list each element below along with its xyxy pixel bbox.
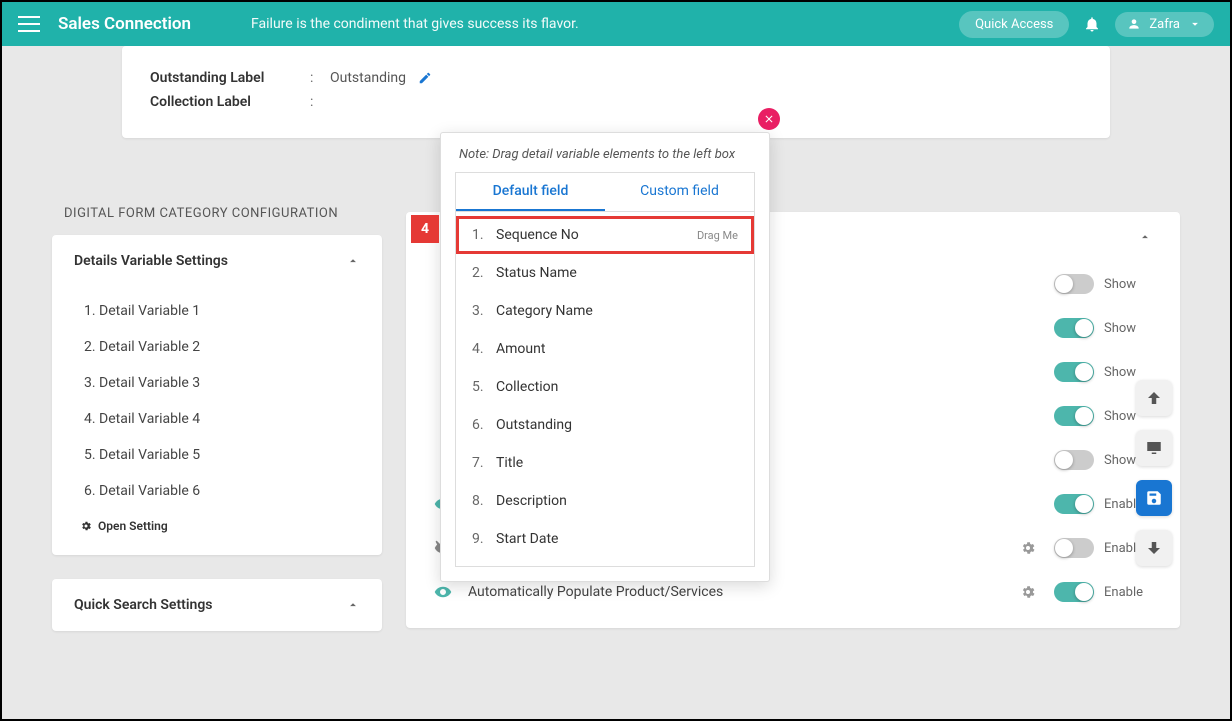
popup-note: Note: Drag detail variable elements to t… xyxy=(441,133,769,172)
chevron-down-icon xyxy=(1188,17,1202,31)
arrow-up-icon xyxy=(1145,389,1163,407)
eye-icon[interactable] xyxy=(434,583,452,601)
field-item[interactable]: 2.Status Name xyxy=(456,254,754,292)
menu-icon[interactable] xyxy=(18,16,40,32)
save-button[interactable] xyxy=(1136,480,1172,516)
chevron-up-icon xyxy=(1138,230,1152,244)
toggle-switch[interactable] xyxy=(1054,582,1094,602)
gear-icon[interactable] xyxy=(1020,540,1036,556)
scroll-up-button[interactable] xyxy=(1136,380,1172,416)
chevron-up-icon xyxy=(346,254,360,268)
toggle-switch[interactable] xyxy=(1054,318,1094,338)
detail-variable-item[interactable]: 6. Detail Variable 6 xyxy=(74,473,360,509)
toggle-text: Show xyxy=(1104,277,1152,292)
preview-button[interactable] xyxy=(1136,430,1172,466)
tab-custom-field[interactable]: Custom field xyxy=(605,173,754,211)
step-badge: 4 xyxy=(411,215,439,243)
toggle-switch[interactable] xyxy=(1054,362,1094,382)
top-bar: Sales Connection Failure is the condimen… xyxy=(2,2,1230,46)
field-item[interactable]: 8.Description xyxy=(456,482,754,520)
outstanding-label-key: Outstanding Label xyxy=(150,70,310,86)
detail-variable-item[interactable]: 4. Detail Variable 4 xyxy=(74,401,360,437)
details-variable-panel: Details Variable Settings 1. Detail Vari… xyxy=(52,235,382,555)
gear-icon[interactable] xyxy=(1020,584,1036,600)
quick-search-header[interactable]: Quick Search Settings xyxy=(52,579,382,631)
user-icon xyxy=(1127,17,1141,31)
field-item[interactable]: 3.Category Name xyxy=(456,292,754,330)
toggle-switch[interactable] xyxy=(1054,450,1094,470)
detail-variable-item[interactable]: 5. Detail Variable 5 xyxy=(74,437,360,473)
arrow-down-icon xyxy=(1145,539,1163,557)
field-item[interactable]: 5.Collection xyxy=(456,368,754,406)
save-icon xyxy=(1145,489,1163,507)
field-item[interactable]: 4.Amount xyxy=(456,330,754,368)
toggle-text: Show xyxy=(1104,365,1152,380)
user-menu[interactable]: Zafra xyxy=(1115,12,1214,37)
section-title: DIGITAL FORM CATEGORY CONFIGURATION xyxy=(64,206,382,221)
field-item[interactable]: 9.Start Date xyxy=(456,520,754,558)
setting-label: Automatically Populate Product/Services xyxy=(468,584,1020,600)
field-item[interactable]: 7.Title xyxy=(456,444,754,482)
close-icon xyxy=(763,113,775,125)
close-button[interactable] xyxy=(758,108,780,130)
quick-access-button[interactable]: Quick Access xyxy=(959,11,1069,38)
bell-icon[interactable] xyxy=(1083,15,1101,33)
scroll-down-button[interactable] xyxy=(1136,530,1172,566)
detail-variable-item[interactable]: 3. Detail Variable 3 xyxy=(74,365,360,401)
tab-default-field[interactable]: Default field xyxy=(456,173,605,211)
toggle-switch[interactable] xyxy=(1054,406,1094,426)
open-setting-button[interactable]: Open Setting xyxy=(74,509,360,537)
field-item[interactable]: 6.Outstanding xyxy=(456,406,754,444)
toggle-text: Enable xyxy=(1104,585,1152,600)
detail-variable-item[interactable]: 1. Detail Variable 1 xyxy=(74,293,360,329)
field-picker-popup: 4 Note: Drag detail variable elements to… xyxy=(440,132,770,582)
outstanding-label-value: Outstanding xyxy=(330,70,406,86)
tagline: Failure is the condiment that gives succ… xyxy=(251,16,579,32)
details-panel-header[interactable]: Details Variable Settings xyxy=(52,235,382,287)
collection-label-key: Collection Label xyxy=(150,94,310,110)
toggle-switch[interactable] xyxy=(1054,274,1094,294)
quick-search-panel: Quick Search Settings xyxy=(52,579,382,631)
toggle-text: Show xyxy=(1104,321,1152,336)
toggle-switch[interactable] xyxy=(1054,538,1094,558)
field-item[interactable]: 1.Sequence NoDrag Me xyxy=(456,216,754,254)
chevron-up-icon xyxy=(346,598,360,612)
user-name: Zafra xyxy=(1149,17,1180,32)
monitor-icon xyxy=(1145,439,1163,457)
gear-icon xyxy=(80,520,92,532)
detail-variable-item[interactable]: 2. Detail Variable 2 xyxy=(74,329,360,365)
brand-title: Sales Connection xyxy=(58,14,191,34)
toggle-switch[interactable] xyxy=(1054,494,1094,514)
